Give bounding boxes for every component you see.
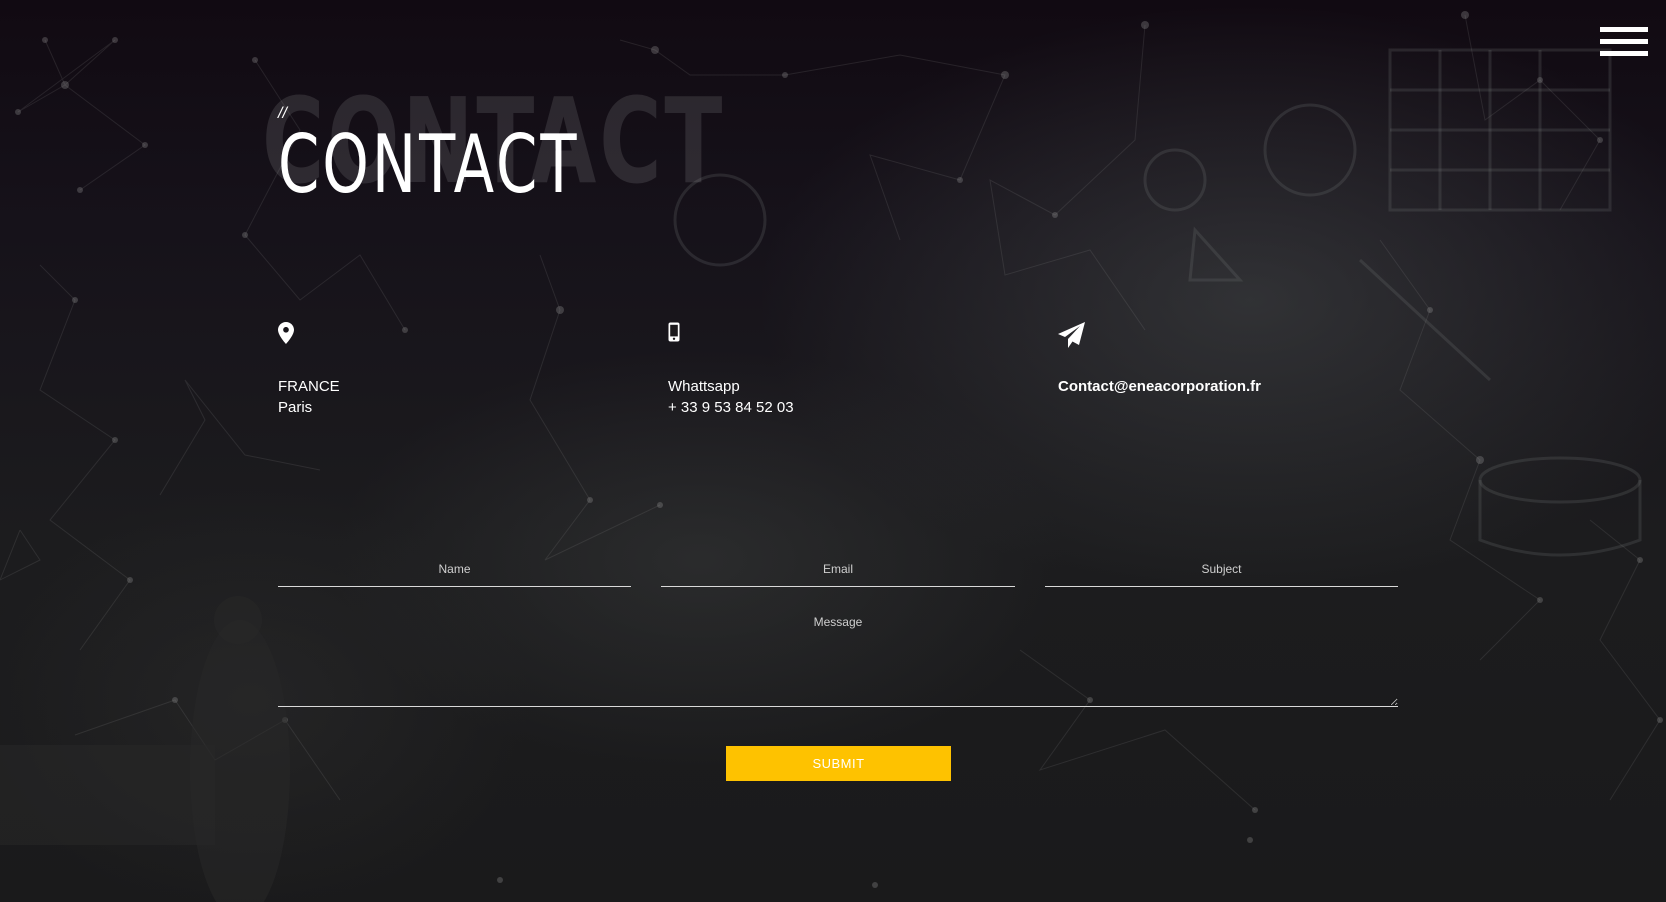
email-address-link[interactable]: Contact@eneacorporation.fr [1058, 376, 1388, 397]
name-input[interactable] [278, 552, 631, 587]
phone-label: Whattsapp [668, 378, 740, 395]
contact-email: Contact@eneacorporation.fr [1058, 322, 1388, 397]
contact-location: FRANCE Paris [278, 322, 608, 418]
paper-plane-icon [1058, 322, 1388, 352]
map-pin-icon [278, 322, 608, 352]
location-country: FRANCE [278, 378, 340, 395]
message-textarea[interactable] [278, 605, 1398, 707]
email-input[interactable] [661, 552, 1015, 587]
mobile-phone-icon [668, 322, 998, 352]
hamburger-menu-icon[interactable] [1600, 27, 1648, 61]
location-city: Paris [278, 399, 313, 416]
submit-button[interactable]: SUBMIT [726, 746, 951, 781]
subject-input[interactable] [1045, 552, 1398, 587]
page-title: CONTACT [278, 118, 580, 211]
phone-number[interactable]: + 33 9 53 84 52 03 [668, 397, 998, 418]
contact-phone: Whattsapp + 33 9 53 84 52 03 [668, 322, 998, 418]
